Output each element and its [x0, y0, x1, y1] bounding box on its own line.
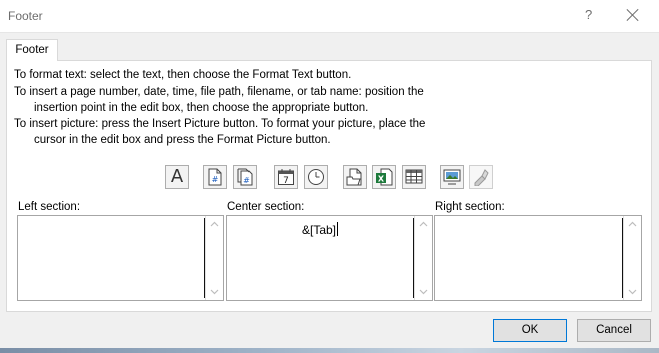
insert-file-path-button[interactable] [343, 165, 367, 189]
center-section-label: Center section: [227, 201, 305, 213]
format-text-button[interactable]: A [165, 165, 189, 189]
help-button[interactable]: ? [585, 7, 592, 22]
right-section-scrollbar[interactable] [623, 216, 641, 300]
insert-page-number-button[interactable]: # [203, 165, 227, 189]
format-picture-button[interactable] [469, 165, 493, 189]
date-glyph: 7 [283, 176, 289, 186]
right-section-editbox[interactable] [434, 215, 642, 301]
scroll-down-icon[interactable] [419, 287, 428, 296]
center-section-value: &[Tab] [302, 223, 337, 237]
background-strip [0, 348, 659, 353]
instruction-line-3: insertion point in the edit box, then ch… [34, 102, 369, 114]
right-section-label: Right section: [435, 201, 505, 213]
insert-sheet-name-button[interactable] [402, 165, 426, 189]
insert-date-icon: 7 [278, 169, 294, 186]
insert-time-button[interactable] [304, 165, 328, 189]
insert-file-name-button[interactable]: X [372, 165, 396, 189]
insert-number-of-pages-icon: # [237, 168, 253, 186]
close-icon[interactable] [626, 8, 640, 22]
svg-text:#: # [212, 175, 219, 184]
insert-page-number-icon: # [208, 168, 222, 186]
ok-button[interactable]: OK [493, 319, 567, 342]
insert-sheet-name-icon [405, 169, 423, 184]
tab-footer[interactable]: Footer [6, 39, 58, 61]
insert-number-of-pages-button[interactable]: # [233, 165, 257, 189]
instruction-line-2: To insert a page number, date, time, fil… [14, 86, 424, 98]
title-bar-divider [0, 32, 659, 33]
instruction-line-4: To insert picture: press the Insert Pict… [14, 118, 426, 130]
center-section-scrollbar[interactable] [414, 216, 432, 300]
center-section-editbox[interactable]: &[Tab] [226, 215, 433, 301]
insert-time-icon [308, 169, 324, 185]
text-caret [337, 222, 339, 236]
instruction-line-1: To format text: select the text, then ch… [14, 69, 352, 81]
insert-picture-button[interactable] [440, 165, 464, 189]
svg-text:#: # [243, 176, 250, 185]
scroll-up-icon[interactable] [628, 220, 637, 229]
svg-text:X: X [378, 175, 385, 184]
scroll-up-icon[interactable] [419, 220, 428, 229]
left-section-label: Left section: [18, 201, 81, 213]
insert-picture-icon [443, 169, 461, 185]
instruction-line-5: cursor in the edit box and press the For… [34, 134, 331, 146]
insert-date-button[interactable]: 7 [274, 165, 298, 189]
format-picture-icon [474, 169, 489, 186]
cancel-button[interactable]: Cancel [577, 319, 651, 342]
scroll-down-icon[interactable] [628, 287, 637, 296]
insert-file-path-icon [346, 168, 362, 186]
format-text-icon: A [170, 166, 184, 187]
center-section-text: &[Tab] [302, 222, 339, 237]
title-bar: Footer ? [0, 0, 659, 32]
scroll-down-icon[interactable] [210, 287, 219, 296]
window-title: Footer [8, 9, 43, 23]
scroll-up-icon[interactable] [210, 220, 219, 229]
left-section-scrollbar[interactable] [205, 216, 223, 300]
insert-file-name-icon: X [376, 168, 393, 186]
left-section-editbox[interactable] [17, 215, 224, 301]
